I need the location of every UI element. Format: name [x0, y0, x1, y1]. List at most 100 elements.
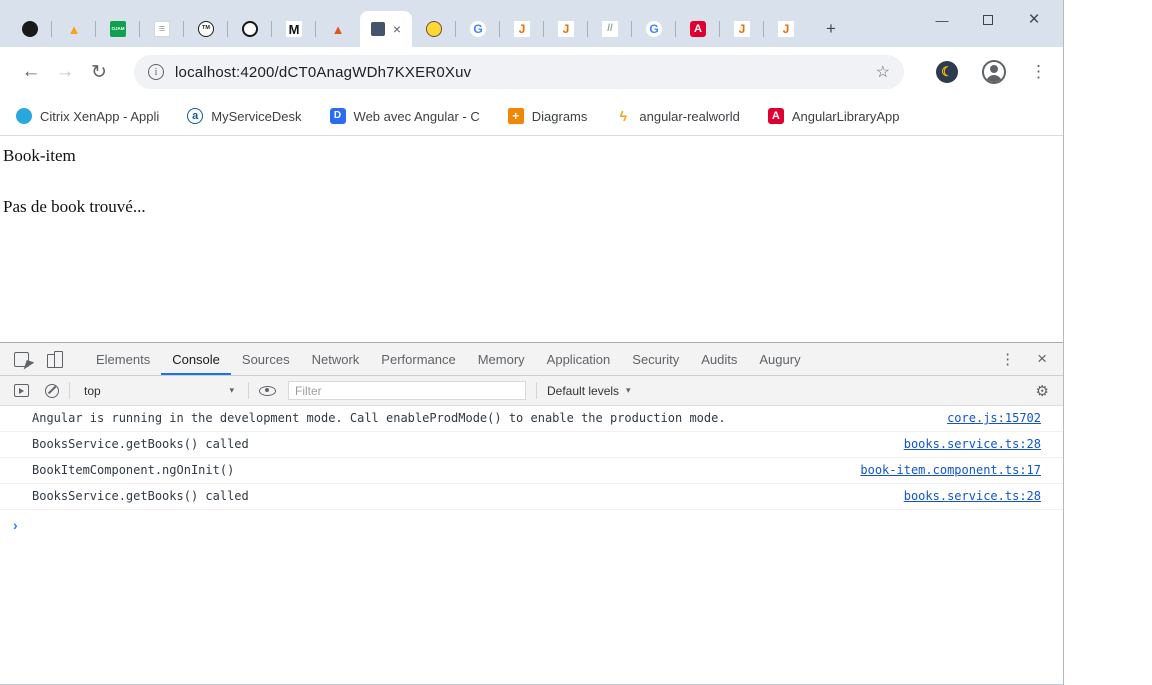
angular-icon: A: [767, 108, 784, 124]
tm-favicon: TM: [198, 21, 214, 37]
bookmark-item[interactable]: A AngularLibraryApp: [767, 108, 900, 124]
console-message: BookItemComponent.ngOnInit() book-item.c…: [0, 458, 1063, 484]
browser-tab[interactable]: //: [588, 11, 632, 47]
console-message-text: BooksService.getBooks() called: [32, 437, 249, 451]
bookmark-item[interactable]: + Diagrams: [507, 108, 588, 124]
google-favicon: G: [470, 21, 486, 37]
browser-tab[interactable]: ▲: [52, 11, 96, 47]
browser-menu-icon[interactable]: ⋮: [1030, 62, 1047, 82]
devtools-tabbar: Elements Console Sources Network Perform…: [0, 343, 1063, 376]
bookmark-label: angular-realworld: [639, 108, 740, 124]
devtools-tab[interactable]: Audits: [690, 343, 748, 375]
devtools-tab[interactable]: Memory: [467, 343, 536, 375]
browser-tab[interactable]: G: [632, 11, 676, 47]
devtools-tab[interactable]: Sources: [231, 343, 301, 375]
page-info-icon[interactable]: i: [148, 64, 164, 80]
devtools-tab[interactable]: Network: [301, 343, 371, 375]
new-tab-button[interactable]: +: [814, 11, 848, 47]
inspect-element-icon[interactable]: [14, 351, 29, 367]
maximize-icon: [983, 15, 993, 25]
browser-tab[interactable]: OJAM: [96, 11, 140, 47]
browser-tab[interactable]: A: [676, 11, 720, 47]
browser-tab[interactable]: J: [544, 11, 588, 47]
bookmark-item[interactable]: Citrix XenApp - Appli: [16, 108, 159, 124]
devtools-tab[interactable]: Security: [621, 343, 690, 375]
console-prompt[interactable]: ›: [0, 510, 1063, 535]
console-toolbar: top ▾ Default levels ▾ ⚙: [0, 376, 1063, 406]
active-tab-favicon: [370, 22, 385, 36]
address-bar[interactable]: i localhost:4200/dCT0AnagWDh7KXER0Xuv ☆: [134, 55, 904, 89]
angular-favicon: A: [690, 21, 706, 37]
tab-list-left: ▲ OJAM ≡ TM M ▲: [8, 11, 360, 47]
settings-gear-icon[interactable]: ⚙: [1036, 382, 1063, 400]
bookmark-label: Diagrams: [531, 108, 588, 124]
console-message: BooksService.getBooks() called books.ser…: [0, 484, 1063, 510]
tab-close-icon[interactable]: ×: [393, 22, 401, 36]
bee-favicon: [426, 21, 442, 37]
back-button[interactable]: ←: [14, 61, 48, 83]
minimize-button[interactable]: —: [919, 13, 965, 28]
devtools-menu-icon[interactable]: ⋮: [1000, 350, 1015, 368]
bookmark-label: Web avec Angular - C: [353, 108, 480, 124]
devtools-tab-list: Elements Console Sources Network Perform…: [85, 343, 812, 375]
console-sidebar-icon[interactable]: [14, 384, 29, 397]
tabs-row: ▲ OJAM ≡ TM M ▲ × G J J // G A J J +: [8, 0, 848, 47]
browser-tab[interactable]: [228, 11, 272, 47]
prompt-chevron-icon: ›: [13, 517, 18, 533]
diagrams-icon: +: [507, 108, 524, 124]
console-source-link[interactable]: core.js:15702: [923, 410, 1041, 427]
medium-favicon: M: [286, 21, 302, 37]
profile-avatar[interactable]: [982, 60, 1006, 84]
ring-favicon: [242, 21, 258, 37]
browser-tab[interactable]: M: [272, 11, 316, 47]
devtools-tab[interactable]: Application: [536, 343, 622, 375]
browser-tab[interactable]: ▲: [316, 11, 360, 47]
browser-tab[interactable]: [8, 11, 52, 47]
bookmark-label: AngularLibraryApp: [791, 108, 900, 124]
devtools-tab[interactable]: Augury: [748, 343, 811, 375]
console-source-link[interactable]: book-item.component.ts:17: [836, 462, 1041, 479]
devtools-tab[interactable]: Elements: [85, 343, 161, 375]
url-text[interactable]: localhost:4200/dCT0AnagWDh7KXER0Xuv: [175, 64, 471, 81]
devtools-close-icon[interactable]: ×: [1037, 349, 1047, 369]
bookmark-star-icon[interactable]: ☆: [876, 62, 890, 82]
browser-tab[interactable]: ≡: [140, 11, 184, 47]
log-levels-dropdown[interactable]: Default levels ▾: [547, 384, 631, 398]
myservicedesk-icon: a: [187, 108, 204, 124]
forward-button[interactable]: →: [48, 61, 82, 83]
browser-tab[interactable]: TM: [184, 11, 228, 47]
firebase-favicon: ▲: [67, 21, 81, 37]
extension-moon-icon[interactable]: ☾: [936, 61, 958, 83]
close-button[interactable]: ×: [1011, 9, 1057, 31]
live-expression-eye-icon[interactable]: [259, 385, 276, 396]
maximize-button[interactable]: [965, 15, 1011, 25]
browser-tab[interactable]: J: [764, 11, 808, 47]
active-tab[interactable]: ×: [360, 11, 412, 47]
bookmark-label: Citrix XenApp - Appli: [40, 108, 160, 124]
console-message: Angular is running in the development mo…: [0, 406, 1063, 432]
devtools-tab[interactable]: Console: [161, 343, 231, 375]
toolbar-divider: [248, 382, 249, 399]
browser-tab[interactable]: [412, 11, 456, 47]
bookmark-item[interactable]: D Web avec Angular - C: [329, 108, 480, 124]
browser-tab[interactable]: J: [720, 11, 764, 47]
console-source-link[interactable]: books.service.ts:28: [880, 488, 1041, 505]
toolbar-divider: [536, 382, 537, 399]
devtools-tab[interactable]: Performance: [370, 343, 466, 375]
console-filter-input[interactable]: [288, 381, 526, 400]
context-selector[interactable]: top ▾: [80, 384, 238, 398]
bookmark-item[interactable]: a MyServiceDesk: [187, 108, 302, 124]
browser-tab[interactable]: G: [456, 11, 500, 47]
bookmark-item[interactable]: ϟ angular-realworld: [615, 108, 740, 124]
browser-tab[interactable]: J: [500, 11, 544, 47]
console-source-link[interactable]: books.service.ts:28: [880, 436, 1041, 453]
device-toolbar-icon[interactable]: [47, 350, 63, 368]
citrix-icon: [16, 108, 32, 124]
log-levels-label: Default levels: [547, 383, 620, 398]
console-message-text: BooksService.getBooks() called: [32, 489, 249, 503]
document-favicon: ≡: [154, 21, 170, 37]
java-favicon: J: [558, 21, 574, 37]
clear-console-icon[interactable]: [45, 383, 59, 398]
reload-button[interactable]: ↻: [82, 61, 116, 84]
flame-favicon: ▲: [331, 21, 345, 37]
